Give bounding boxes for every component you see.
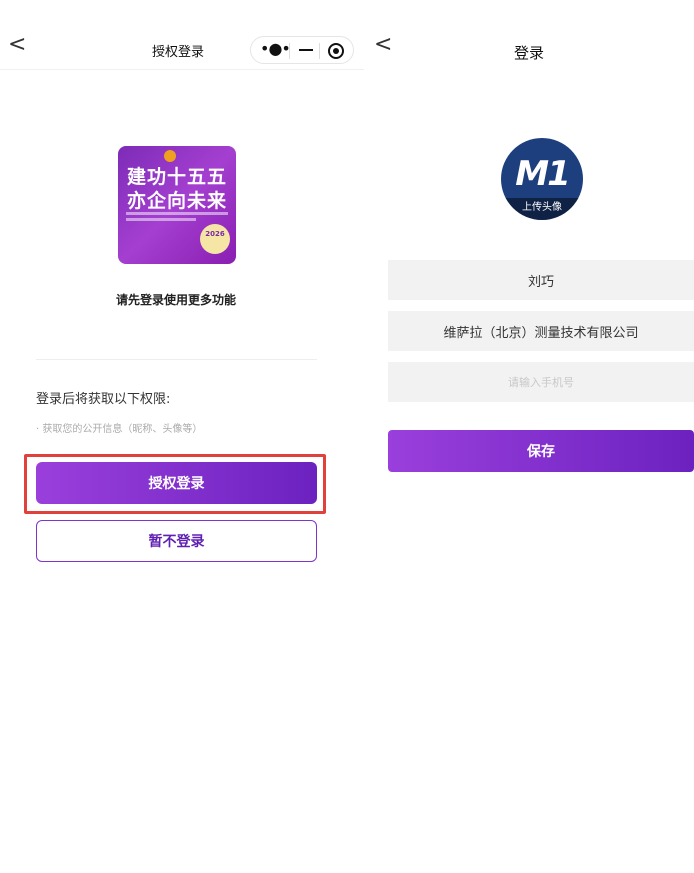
- company-logo-icon: M1: [515, 154, 571, 194]
- logo-line1: 建功十五五: [126, 166, 227, 188]
- close-icon[interactable]: [328, 43, 344, 59]
- more-icon[interactable]: •●•: [260, 39, 291, 58]
- company-field[interactable]: 维萨拉（北京）测量技术有限公司: [388, 311, 694, 351]
- badge-icon: [164, 150, 176, 162]
- save-button[interactable]: 保存: [388, 430, 694, 472]
- event-logo: 建功十五五 亦企向未来 2026: [118, 146, 236, 264]
- name-field[interactable]: 刘巧: [388, 260, 694, 300]
- logo-fine-print: [126, 212, 228, 215]
- authorize-login-screen: < 授权登录 •●• 建功十五五 亦企向未来 2026 请先登录使用更多功能 登…: [0, 0, 364, 873]
- upload-avatar-label: 上传头像: [501, 198, 583, 220]
- miniprogram-capsule: •●•: [250, 36, 354, 64]
- year-badge: [200, 224, 230, 254]
- minimize-icon[interactable]: [299, 49, 313, 51]
- skip-login-button[interactable]: 暂不登录: [36, 520, 317, 562]
- permission-item: · 获取您的公开信息（昵称、头像等）: [36, 424, 203, 435]
- page-title: 授权登录: [152, 45, 205, 60]
- capsule-divider: [319, 43, 320, 59]
- login-prompt: 请先登录使用更多功能: [115, 293, 236, 307]
- phone-input[interactable]: 请输入手机号: [388, 362, 694, 402]
- divider: [36, 359, 317, 360]
- profile-login-screen: < 登录 M1 上传头像 刘巧 维萨拉（北京）测量技术有限公司 请输入手机号 保…: [364, 0, 694, 873]
- logo-year: 2026: [205, 230, 225, 238]
- permissions-title: 登录后将获取以下权限:: [36, 392, 171, 407]
- authorize-login-button[interactable]: 授权登录: [36, 462, 317, 504]
- capsule-divider: [289, 43, 290, 59]
- back-icon[interactable]: <: [8, 34, 26, 56]
- page-title: 登录: [513, 44, 544, 62]
- logo-fine-print: [126, 218, 196, 221]
- logo-line2: 亦企向未来: [126, 190, 227, 212]
- avatar[interactable]: M1 上传头像: [501, 138, 583, 220]
- nav-bar: < 授权登录 •●•: [0, 26, 364, 70]
